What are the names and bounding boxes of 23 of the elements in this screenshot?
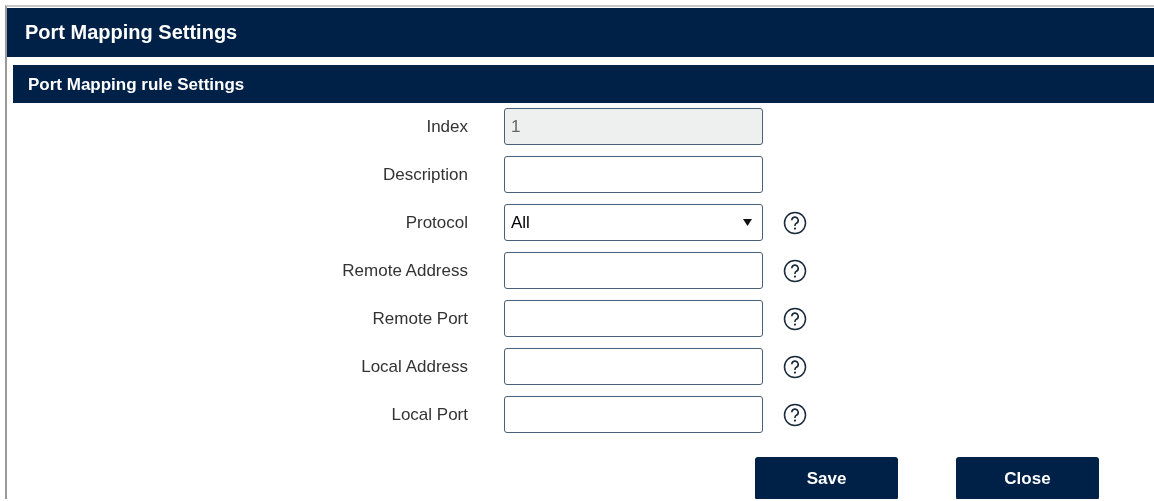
field-label: Protocol <box>404 212 468 233</box>
field-label: Local Port <box>390 404 468 425</box>
field-label: Local Address <box>360 356 468 377</box>
help-icon[interactable] <box>783 306 807 331</box>
field-label: Index <box>425 116 468 137</box>
input-field[interactable] <box>504 252 763 289</box>
section-header: Port Mapping rule Settings <box>13 65 1154 103</box>
protocol-dropdown[interactable]: All <box>504 204 763 241</box>
input-field[interactable] <box>504 156 763 193</box>
field-label: Remote Port <box>371 308 468 329</box>
help-icon[interactable] <box>783 402 807 427</box>
caret-icon <box>743 219 752 226</box>
field-label: Description <box>381 164 468 185</box>
help-icon[interactable] <box>783 258 807 283</box>
window-title: Port Mapping Settings <box>7 8 1154 57</box>
input-field[interactable] <box>504 396 763 433</box>
help-icon[interactable] <box>783 354 807 379</box>
input-field[interactable] <box>504 348 763 385</box>
close-button[interactable]: Close <box>956 457 1099 499</box>
field-label: Remote Address <box>341 260 468 281</box>
help-icon[interactable] <box>783 210 807 235</box>
input-field[interactable] <box>504 300 763 337</box>
save-button[interactable]: Save <box>755 457 898 499</box>
